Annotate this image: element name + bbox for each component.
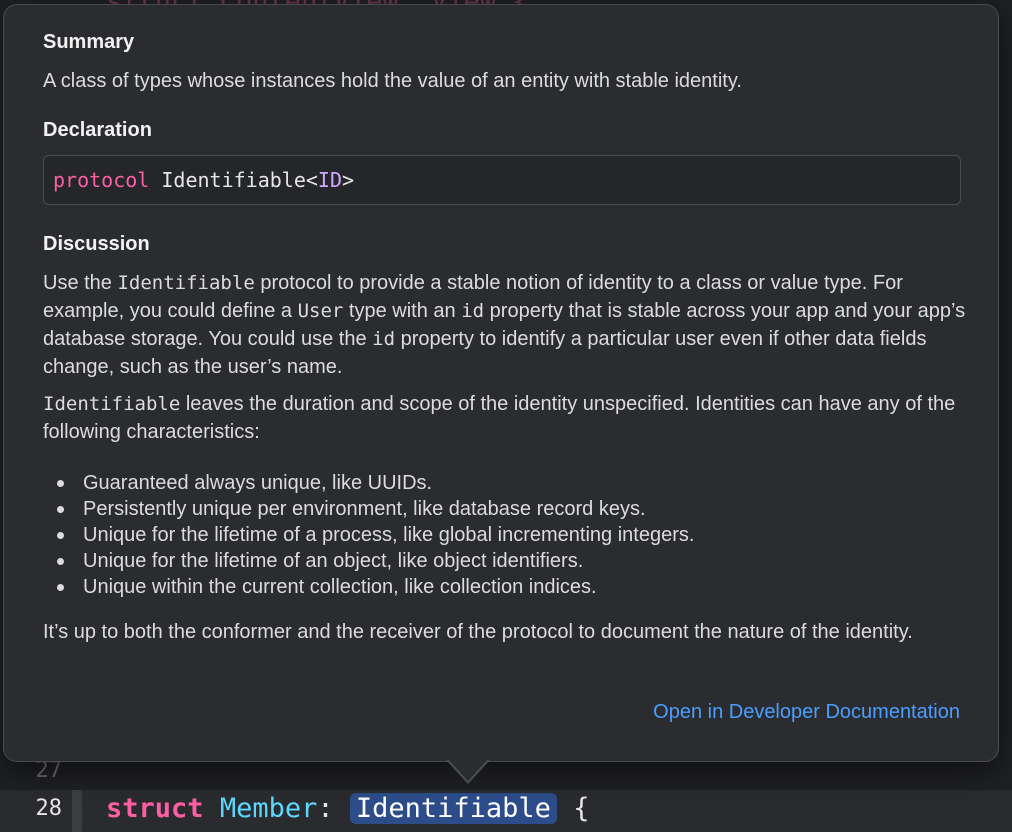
discussion-paragraph-2: Identifiable leaves the duration and sco… bbox=[43, 393, 956, 443]
list-item: Unique within the current collection, li… bbox=[43, 574, 694, 600]
open-developer-documentation-link[interactable]: Open in Developer Documentation bbox=[653, 701, 960, 724]
summary-title: Summary bbox=[43, 31, 135, 53]
characteristics-list: Guaranteed always unique, like UUIDs. Pe… bbox=[43, 470, 694, 600]
declaration-code: protocol Identifiable<ID> bbox=[43, 155, 961, 205]
change-marker bbox=[72, 790, 82, 832]
declaration-close: > bbox=[342, 168, 355, 192]
popover-arrow bbox=[448, 759, 488, 781]
bullet-icon bbox=[57, 531, 64, 539]
discussion-paragraph-3: It’s up to both the conformer and the re… bbox=[43, 621, 913, 643]
discussion-paragraph-1: Use the Identifiable protocol to provide… bbox=[43, 272, 966, 378]
bullet-icon bbox=[57, 479, 64, 487]
inline-code: User bbox=[297, 300, 344, 322]
bullet-icon bbox=[57, 583, 64, 591]
bullet-icon bbox=[57, 557, 64, 565]
list-item: Persistently unique per environment, lik… bbox=[43, 496, 694, 522]
declaration-name: Identifiable< bbox=[149, 168, 318, 192]
open-brace: { bbox=[556, 793, 590, 824]
code-line-28[interactable]: struct Member: Identifiable { bbox=[106, 790, 589, 832]
protocol-reference[interactable]: Identifiable bbox=[349, 793, 557, 824]
summary-text: A class of types whose instances hold th… bbox=[43, 70, 742, 92]
declaration-title: Declaration bbox=[43, 119, 152, 141]
list-item: Unique for the lifetime of a process, li… bbox=[43, 522, 694, 548]
type-name[interactable]: Member bbox=[220, 793, 318, 824]
keyword-struct: struct bbox=[106, 793, 204, 824]
inline-code: id bbox=[461, 300, 485, 322]
declaration-generic: ID bbox=[317, 168, 342, 192]
quick-help-popover: Summary A class of types whose instances… bbox=[3, 4, 999, 762]
list-item: Unique for the lifetime of an object, li… bbox=[43, 548, 694, 574]
declaration-keyword: protocol bbox=[53, 168, 150, 192]
inline-code: id bbox=[372, 328, 396, 350]
bullet-icon bbox=[57, 505, 64, 513]
inline-code: Identifiable bbox=[43, 393, 181, 415]
colon: : bbox=[317, 793, 350, 824]
inline-code: Identifiable bbox=[117, 272, 255, 294]
list-item: Guaranteed always unique, like UUIDs. bbox=[43, 470, 694, 496]
discussion-title: Discussion bbox=[43, 233, 150, 255]
line-number-28: 28 bbox=[35, 796, 63, 821]
